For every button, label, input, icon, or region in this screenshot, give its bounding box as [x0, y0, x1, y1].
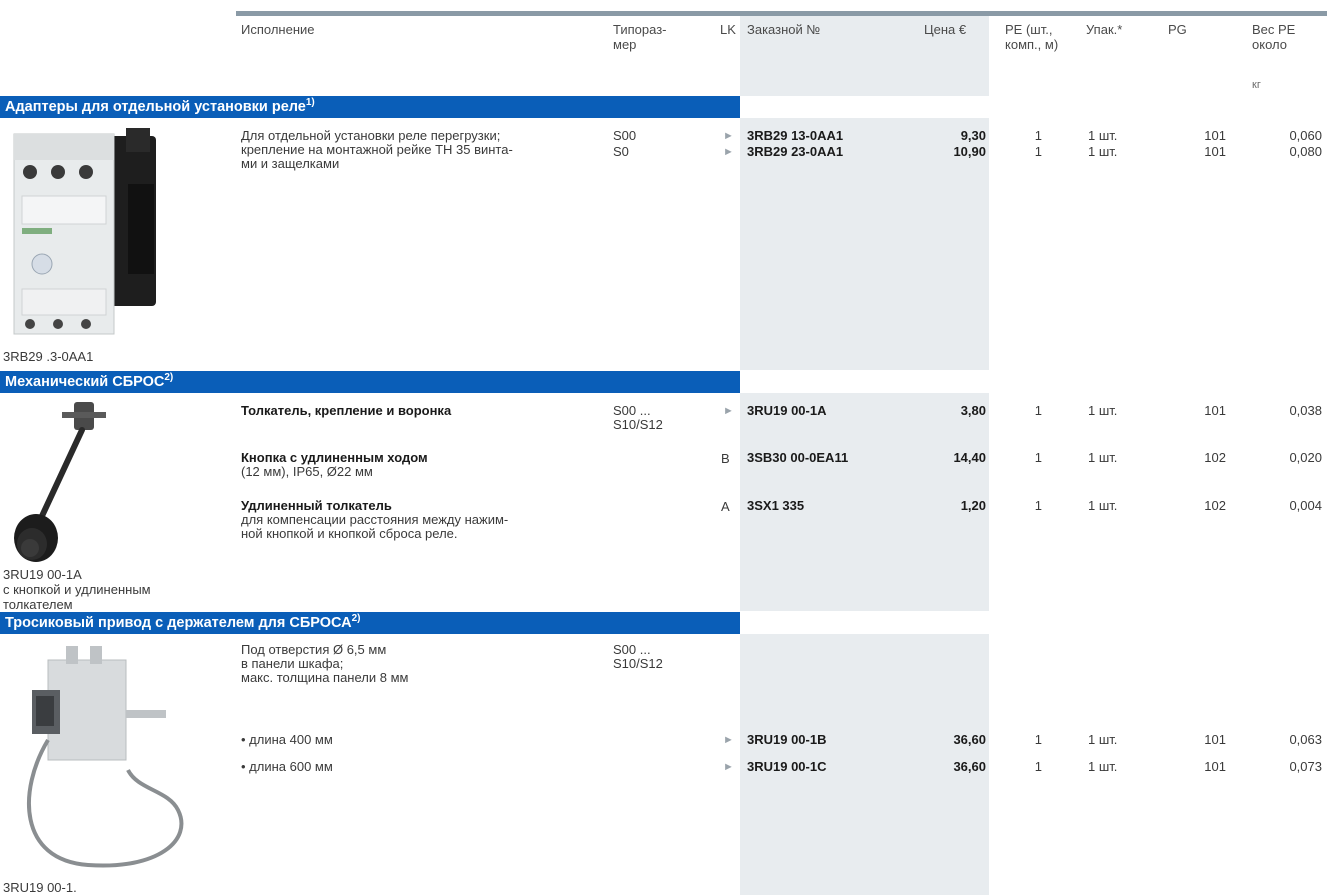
image-caption: 3RU19 00-1A с кнопкой и удлиненным толка…	[3, 567, 151, 612]
col-header-order-number: Заказной №	[747, 22, 821, 37]
description: Для отдельной установки реле перегрузки;…	[241, 128, 513, 171]
price: 14,40	[953, 450, 986, 465]
lk-arrow-icon: ►	[723, 734, 734, 746]
size-value: S00 ... S10/S12	[613, 642, 663, 671]
weight-value: 0,060	[1289, 128, 1322, 143]
pack-value: 1 шт.	[1088, 403, 1118, 418]
col-header-pg: PG	[1168, 22, 1187, 37]
image-caption: 3RB29 .3-0AA1	[3, 349, 94, 364]
price: 9,30	[960, 128, 986, 143]
pack-value: 1 шт.	[1088, 128, 1118, 143]
item-description: Кнопка с удлиненным ходом (12 мм), IP65,…	[241, 450, 428, 479]
pack-value: 1 шт.	[1088, 732, 1118, 747]
lk-letter: B	[721, 451, 730, 466]
col-header-size: Типораз- мер	[613, 22, 667, 52]
section-title-adapters: Адаптеры для отдельной установки реле1)	[0, 96, 740, 118]
pg-value: 102	[1204, 498, 1226, 513]
lk-arrow-icon: ►	[723, 761, 734, 773]
pe-value: 1	[1034, 498, 1042, 513]
weight-value: 0,063	[1289, 732, 1322, 747]
size-value: S0	[613, 144, 629, 159]
col-header-execution: Исполнение	[241, 22, 315, 37]
weight-value: 0,020	[1289, 450, 1322, 465]
pg-value: 101	[1204, 128, 1226, 143]
pack-value: 1 шт.	[1088, 450, 1118, 465]
length-option: • длина 600 мм	[241, 759, 333, 774]
col-header-pack: Упак.*	[1086, 22, 1123, 37]
pe-value: 1	[1034, 144, 1042, 159]
price: 3,80	[960, 403, 986, 418]
price: 36,60	[953, 732, 986, 747]
order-number: 3SB30 00-0EA11	[747, 450, 849, 465]
pe-value: 1	[1034, 732, 1042, 747]
weight-value: 0,080	[1289, 144, 1322, 159]
image-caption: 3RU19 00-1.	[3, 880, 77, 895]
item-description: Удлиненный толкатель для компенсации рас…	[241, 498, 509, 541]
lk-arrow-icon: ►	[723, 146, 734, 158]
lk-arrow-icon: ►	[723, 405, 734, 417]
order-number: 3RU19 00-1B	[747, 732, 827, 747]
description: Под отверстия Ø 6,5 мм в панели шкафа; м…	[241, 642, 409, 685]
order-number: 3RU19 00-1A	[747, 403, 827, 418]
pg-value: 101	[1204, 144, 1226, 159]
item-title: Толкатель, крепление и воронка	[241, 403, 452, 418]
pack-value: 1 шт.	[1088, 144, 1118, 159]
pack-value: 1 шт.	[1088, 759, 1118, 774]
pg-value: 102	[1204, 450, 1226, 465]
section-title-cable-release: Тросиковый привод с держателем для СБРОС…	[0, 612, 740, 634]
col-header-pe: PE (шт., комп., м)	[1005, 22, 1059, 52]
col-header-weight: Вес PE около	[1252, 22, 1296, 52]
pg-value: 101	[1204, 403, 1226, 418]
col-header-weight-unit: кг	[1252, 79, 1261, 91]
weight-value: 0,004	[1289, 498, 1322, 513]
pe-value: 1	[1034, 450, 1042, 465]
price: 10,90	[953, 144, 986, 159]
col-header-lk: LK	[720, 22, 736, 37]
order-number: 3RU19 00-1C	[747, 759, 827, 774]
pe-value: 1	[1034, 759, 1042, 774]
order-number: 3RB29 23-0AA1	[747, 144, 844, 159]
lk-arrow-icon: ►	[723, 130, 734, 142]
col-header-price: Цена €	[924, 22, 967, 37]
size-value: S00 ... S10/S12	[613, 403, 663, 432]
pg-value: 101	[1204, 732, 1226, 747]
price: 1,20	[960, 498, 986, 513]
pe-value: 1	[1034, 403, 1042, 418]
size-value: S00	[613, 128, 637, 143]
weight-value: 0,038	[1289, 403, 1322, 418]
relay-adapter-image	[13, 128, 156, 335]
order-number: 3SX1 335	[747, 498, 805, 513]
lk-letter: A	[721, 499, 730, 514]
cable-release-image	[26, 646, 184, 868]
price: 36,60	[953, 759, 986, 774]
pack-value: 1 шт.	[1088, 498, 1118, 513]
pe-value: 1	[1034, 128, 1042, 143]
pushbutton-plunger-image	[14, 402, 106, 562]
section-title-mechanical-reset: Механический СБРОС2)	[0, 371, 740, 393]
weight-value: 0,073	[1289, 759, 1322, 774]
length-option: • длина 400 мм	[241, 732, 333, 747]
order-number: 3RB29 13-0AA1	[747, 128, 844, 143]
pg-value: 101	[1204, 759, 1226, 774]
